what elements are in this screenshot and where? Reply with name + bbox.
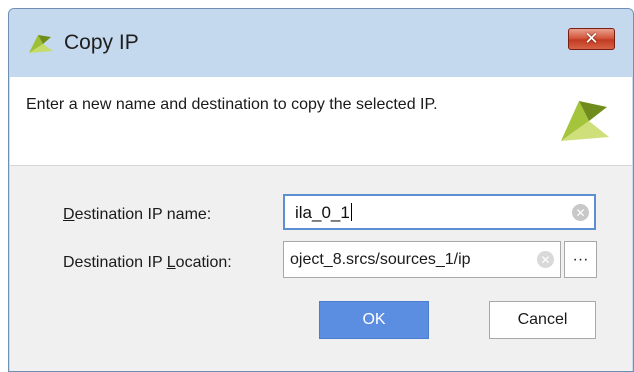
dialog-header: Enter a new name and destination to copy… (10, 77, 632, 166)
clear-icon[interactable]: ✕ (537, 251, 554, 268)
browse-button[interactable]: ··· (564, 241, 597, 278)
ok-button[interactable]: OK (319, 301, 429, 339)
text-caret (350, 203, 352, 221)
header-description: Enter a new name and destination to copy… (26, 96, 438, 113)
label-text: estination IP name: (74, 206, 212, 223)
copy-ip-dialog: Copy IP ✕ Enter a new name and destinati… (8, 8, 634, 372)
vivado-logo-icon (561, 101, 609, 141)
vivado-logo-icon (29, 35, 53, 53)
clear-glyph: ✕ (540, 252, 551, 267)
name-text: ila_0_1 (295, 203, 350, 222)
dialog-body: Destination IP name: ila_0_1 ✕ Destinati… (10, 166, 632, 371)
label-text: ocation: (175, 254, 232, 271)
destination-location-input[interactable]: oject_8.srcs/sources_1/ip ✕ (283, 241, 561, 278)
close-icon: ✕ (584, 28, 599, 49)
location-input-value: oject_8.srcs/sources_1/ip (290, 251, 471, 268)
mnemonic-d: D (63, 206, 75, 223)
destination-name-input[interactable]: ila_0_1 ✕ (283, 194, 596, 230)
clear-glyph: ✕ (575, 205, 586, 220)
destination-location-label: Destination IP Location: (63, 254, 232, 272)
close-button[interactable]: ✕ (568, 28, 615, 50)
cancel-button[interactable]: Cancel (489, 301, 596, 339)
name-input-value: ila_0_1 (295, 203, 352, 223)
window-title: Copy IP (64, 31, 139, 54)
title-bar[interactable]: Copy IP ✕ (9, 9, 633, 77)
mnemonic-l: L (166, 254, 176, 271)
clear-icon[interactable]: ✕ (572, 204, 589, 221)
destination-name-label: Destination IP name: (63, 206, 211, 224)
label-text: Destination IP (63, 254, 167, 271)
